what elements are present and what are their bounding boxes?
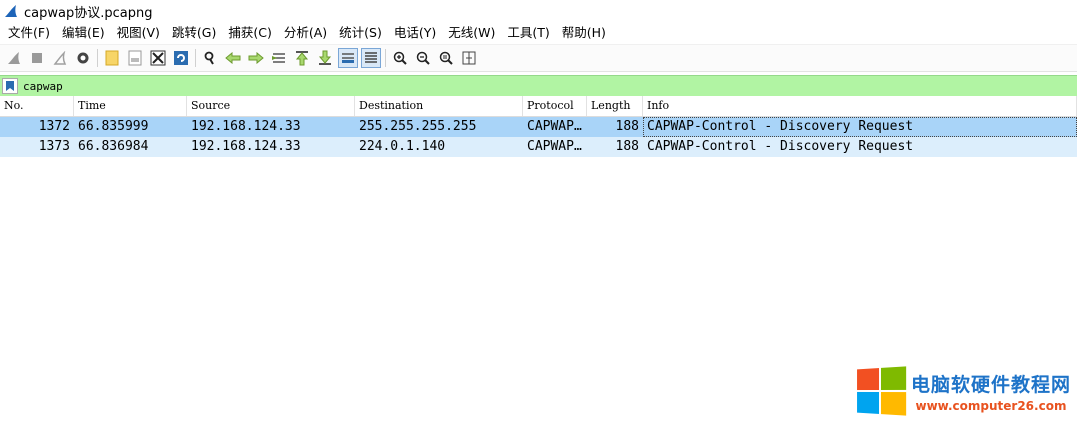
first-packet-button[interactable] — [292, 48, 312, 68]
resize-columns-button[interactable] — [459, 48, 479, 68]
packet-length: 188 — [615, 139, 639, 154]
close-file-button[interactable] — [148, 48, 168, 68]
zoom-in-button[interactable] — [390, 48, 410, 68]
auto-scroll-button[interactable] — [338, 48, 358, 68]
packet-destination: 224.0.1.140 — [359, 139, 446, 154]
menu-go[interactable]: 跳转(G) — [166, 22, 222, 44]
packet-source: 192.168.124.33 — [191, 119, 301, 134]
column-header-no[interactable]: No. — [0, 96, 74, 116]
go-back-button[interactable] — [223, 48, 243, 68]
zoom-out-icon — [416, 51, 430, 65]
packet-row[interactable]: 1372 66.835999 192.168.124.33 255.255.25… — [0, 117, 1077, 137]
menu-wireless[interactable]: 无线(W) — [442, 22, 501, 44]
zoom-out-button[interactable] — [413, 48, 433, 68]
column-header-protocol[interactable]: Protocol — [523, 96, 587, 116]
close-file-icon — [150, 50, 166, 66]
menu-edit[interactable]: 编辑(E) — [56, 22, 111, 44]
arrow-down-icon — [318, 50, 332, 65]
bookmark-icon — [6, 81, 14, 91]
toolbar-separator — [385, 49, 386, 67]
menu-view[interactable]: 视图(V) — [111, 22, 166, 44]
site-watermark: 电脑软硬件教程网 www.computer26.com — [855, 366, 1071, 416]
reload-icon — [174, 51, 188, 65]
go-forward-button[interactable] — [246, 48, 266, 68]
arrow-up-icon — [295, 51, 309, 66]
capture-options-button[interactable] — [73, 48, 93, 68]
zoom-in-icon — [393, 51, 407, 65]
toolbar-separator — [97, 49, 98, 67]
watermark-title: 电脑软硬件教程网 — [910, 373, 1071, 396]
go-to-packet-button[interactable] — [269, 48, 289, 68]
save-file-button[interactable] — [125, 48, 145, 68]
normal-size-button[interactable] — [436, 48, 456, 68]
packet-row[interactable]: 1373 66.836984 192.168.124.33 224.0.1.14… — [0, 137, 1077, 157]
arrow-right-icon — [248, 52, 264, 64]
packet-info: CAPWAP-Control - Discovery Request — [643, 117, 1077, 137]
packet-time: 66.835999 — [78, 119, 149, 134]
wireshark-fin-icon — [5, 5, 17, 17]
column-header-info[interactable]: Info — [643, 96, 1077, 116]
auto-scroll-icon — [342, 53, 354, 63]
packet-no: 1373 — [38, 139, 70, 154]
go-to-packet-icon — [272, 53, 285, 63]
packet-protocol: CAPWAP… — [527, 119, 582, 134]
display-filter-bar: capwap — [0, 75, 1077, 97]
binary-file-icon — [128, 50, 142, 66]
colorize-button[interactable] — [361, 48, 381, 68]
zoom-reset-icon — [439, 51, 453, 65]
find-packet-button[interactable] — [200, 48, 220, 68]
packet-list-header: No. Time Source Destination Protocol Len… — [0, 96, 1077, 117]
windows-logo-icon — [857, 366, 907, 416]
main-toolbar — [0, 45, 1077, 72]
filter-bookmark-button[interactable] — [2, 78, 18, 94]
window-title: capwap协议.pcapng — [24, 5, 153, 21]
stop-capture-button[interactable] — [27, 48, 47, 68]
packet-source: 192.168.124.33 — [191, 139, 301, 154]
column-header-length[interactable]: Length — [587, 96, 643, 116]
shark-fin-icon — [8, 52, 20, 64]
column-header-destination[interactable]: Destination — [355, 96, 523, 116]
menu-file[interactable]: 文件(F) — [2, 22, 56, 44]
menu-help[interactable]: 帮助(H) — [556, 22, 612, 44]
toolbar-separator — [195, 49, 196, 67]
packet-destination: 255.255.255.255 — [359, 119, 477, 134]
start-capture-button[interactable] — [4, 48, 24, 68]
arrow-left-icon — [225, 52, 241, 64]
packet-protocol: CAPWAP… — [527, 139, 582, 154]
column-header-time[interactable]: Time — [74, 96, 187, 116]
open-file-button[interactable] — [102, 48, 122, 68]
colorize-lines-icon — [365, 52, 377, 63]
column-header-source[interactable]: Source — [187, 96, 355, 116]
menu-capture[interactable]: 捕获(C) — [222, 22, 277, 44]
menu-bar: 文件(F) 编辑(E) 视图(V) 跳转(G) 捕获(C) 分析(A) 统计(S… — [0, 22, 1077, 45]
last-packet-button[interactable] — [315, 48, 335, 68]
search-icon — [204, 51, 214, 65]
resize-columns-icon — [462, 51, 476, 65]
packet-list: No. Time Source Destination Protocol Len… — [0, 96, 1077, 157]
packet-no: 1372 — [38, 119, 70, 134]
display-filter-input[interactable]: capwap — [23, 80, 63, 93]
restart-capture-button[interactable] — [50, 48, 70, 68]
folder-icon — [105, 50, 119, 66]
restart-fin-icon — [53, 51, 67, 65]
reload-file-button[interactable] — [171, 48, 191, 68]
gear-icon — [77, 52, 89, 64]
packet-time: 66.836984 — [78, 139, 149, 154]
menu-tools[interactable]: 工具(T) — [501, 22, 555, 44]
stop-icon — [32, 53, 42, 63]
packet-length: 188 — [615, 119, 639, 134]
packet-info: CAPWAP-Control - Discovery Request — [647, 139, 914, 154]
menu-telephony[interactable]: 电话(Y) — [388, 22, 442, 44]
title-bar: capwap协议.pcapng — [0, 0, 1077, 22]
watermark-url: www.computer26.com — [915, 398, 1067, 413]
menu-analyze[interactable]: 分析(A) — [278, 22, 333, 44]
menu-statistics[interactable]: 统计(S) — [333, 22, 388, 44]
